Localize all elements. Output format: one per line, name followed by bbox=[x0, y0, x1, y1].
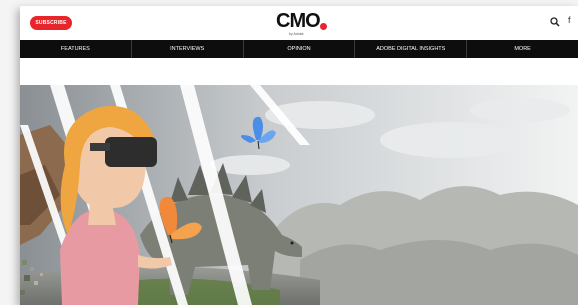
site-logo[interactable]: CMO by Adobe bbox=[276, 10, 336, 38]
nav-item-features[interactable]: FEATURES bbox=[20, 40, 132, 58]
top-header: SUBSCRIBE CMO by Adobe f bbox=[20, 6, 578, 40]
logo-dot bbox=[320, 23, 327, 30]
hero-illustration[interactable] bbox=[20, 85, 578, 305]
page: SUBSCRIBE CMO by Adobe f FEATURES INTERV… bbox=[20, 6, 578, 305]
logo-subtitle: by Adobe bbox=[289, 32, 304, 36]
subscribe-button[interactable]: SUBSCRIBE bbox=[30, 16, 72, 30]
nav-item-interviews[interactable]: INTERVIEWS bbox=[132, 40, 244, 58]
vr-headset bbox=[105, 137, 157, 167]
forest-front bbox=[300, 240, 578, 305]
nav-item-adobe-digital-insights[interactable]: ADOBE DIGITAL INSIGHTS bbox=[355, 40, 468, 58]
logo-text: CMO bbox=[276, 10, 321, 32]
search-icon[interactable] bbox=[550, 17, 560, 27]
main-nav: FEATURES INTERVIEWS OPINION ADOBE DIGITA… bbox=[20, 40, 578, 58]
more-icon[interactable]: f bbox=[568, 15, 571, 25]
nav-item-more[interactable]: MORE bbox=[467, 40, 578, 58]
nav-item-opinion[interactable]: OPINION bbox=[244, 40, 356, 58]
